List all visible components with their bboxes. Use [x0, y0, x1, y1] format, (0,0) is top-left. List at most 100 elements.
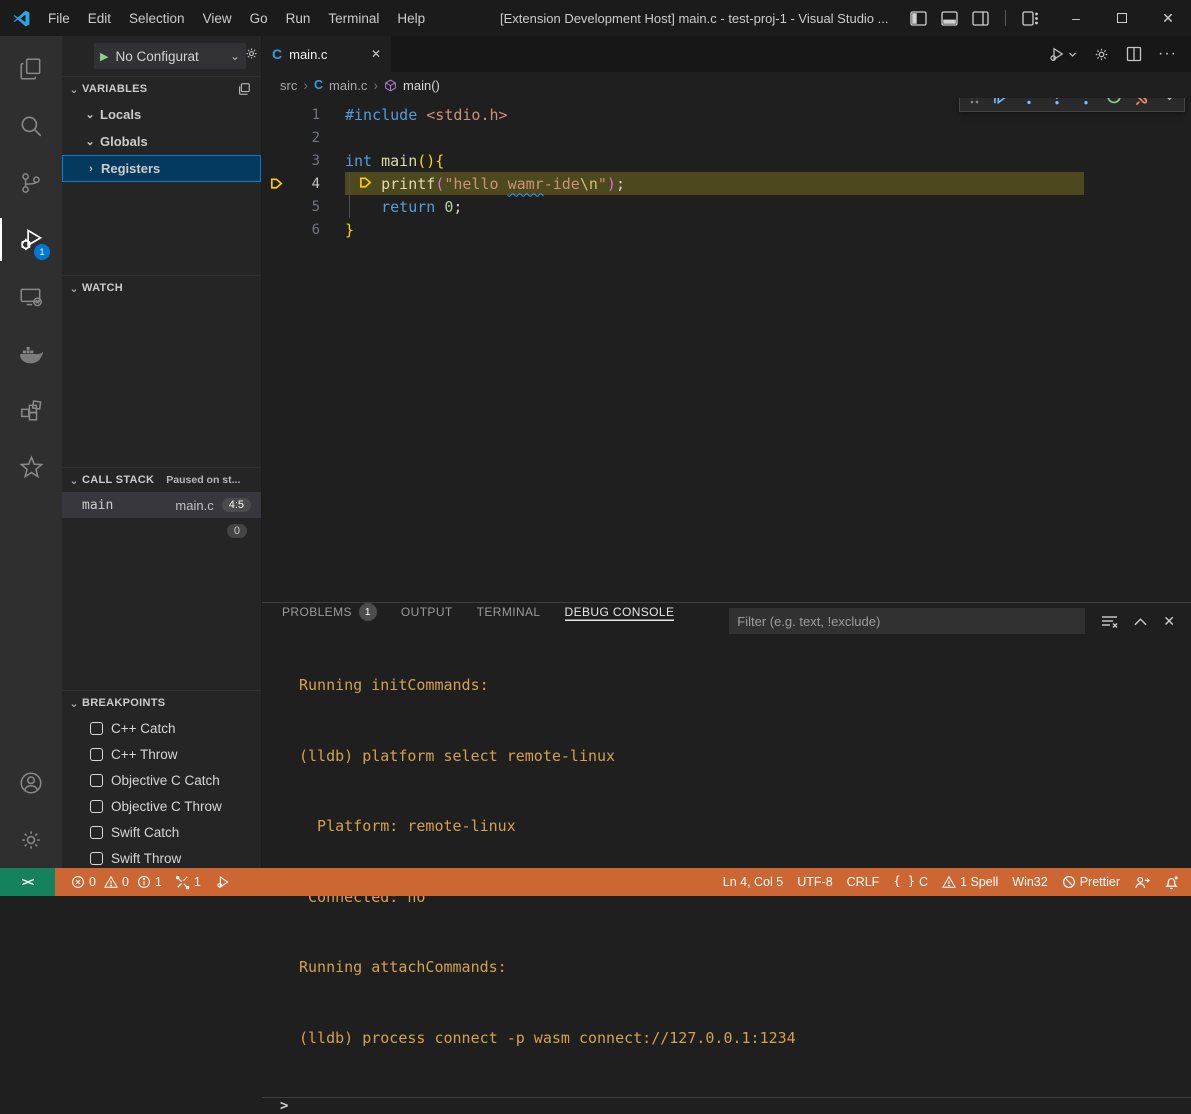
tab-debug-console[interactable]: DEBUG CONSOLE [565, 603, 675, 621]
debug-config-dropdown[interactable]: ▶ No Configurat ⌄ [94, 43, 246, 69]
watch-header[interactable]: ⌄ WATCH [62, 276, 261, 300]
code-editor[interactable]: 1 #include <stdio.h> 2 3 int main(){ 4 [262, 98, 1191, 602]
window-title: [Extension Development Host] main.c - te… [500, 0, 888, 36]
disconnect-icon[interactable] [1134, 98, 1153, 107]
debug-console-output[interactable]: Running initCommands: (lldb) platform se… [262, 621, 1191, 1097]
platform-indicator[interactable]: Win32 [1005, 868, 1054, 896]
toggle-panel-icon[interactable] [941, 11, 958, 26]
source-control-icon[interactable] [0, 154, 62, 211]
step-into-icon[interactable] [1048, 98, 1066, 106]
breakpoints-header[interactable]: ⌄ BREAKPOINTS [62, 691, 261, 715]
menu-edit[interactable]: Edit [79, 11, 120, 26]
console-filter-input[interactable] [729, 608, 1085, 634]
breakpoint-objc-catch[interactable]: Objective C Catch [62, 767, 261, 793]
start-debug-icon[interactable]: ▶ [100, 50, 108, 63]
cursor-position[interactable]: Ln 4, Col 5 [716, 868, 790, 896]
tab-terminal[interactable]: TERMINAL [477, 603, 541, 621]
stack-frame-row[interactable]: main main.c 4:5 [62, 492, 261, 518]
breakpoint-objc-throw[interactable]: Objective C Throw [62, 793, 261, 819]
editor-gear-icon[interactable] [1093, 46, 1110, 63]
clear-console-icon[interactable] [1101, 614, 1118, 629]
info-count: 1 [155, 875, 162, 889]
encoding-indicator[interactable]: UTF-8 [790, 868, 839, 896]
checkbox[interactable] [90, 826, 103, 839]
split-editor-icon[interactable] [1126, 46, 1142, 62]
step-out-icon[interactable] [1077, 98, 1095, 106]
menu-view[interactable]: View [194, 11, 241, 26]
menu-selection[interactable]: Selection [120, 11, 194, 26]
breakpoint-swift-throw[interactable]: Swift Throw [62, 845, 261, 868]
menu-help[interactable]: Help [388, 11, 434, 26]
settings-gear-icon[interactable] [0, 811, 62, 868]
run-or-debug-button[interactable] [1048, 45, 1077, 63]
breakpoint-swift-catch[interactable]: Swift Catch [62, 819, 261, 845]
variables-header[interactable]: ⌄ VARIABLES [62, 77, 261, 101]
breadcrumb: src › C main.c › main() [262, 72, 1191, 98]
star-extension-icon[interactable] [0, 439, 62, 496]
debug-status-icon[interactable] [208, 868, 238, 896]
problems-status[interactable]: 0 0 1 [55, 868, 168, 896]
debug-console-input[interactable]: > [262, 1097, 1191, 1114]
checkbox[interactable] [90, 748, 103, 761]
close-button[interactable]: ✕ [1145, 0, 1191, 36]
breakpoint-cpp-throw[interactable]: C++ Throw [62, 741, 261, 767]
menu-run[interactable]: Run [277, 11, 320, 26]
explorer-icon[interactable] [0, 40, 62, 97]
search-icon[interactable] [0, 97, 62, 154]
checkbox[interactable] [90, 774, 103, 787]
restart-icon[interactable] [1105, 98, 1123, 106]
menu-file[interactable]: File [39, 11, 79, 26]
prettier-status[interactable]: Prettier [1055, 868, 1127, 896]
more-actions-icon[interactable]: ··· [1158, 45, 1177, 63]
breakpoints-title: BREAKPOINTS [82, 697, 165, 709]
step-over-icon[interactable] [1020, 98, 1038, 106]
docker-icon[interactable] [0, 325, 62, 382]
toolbar-drag-grip[interactable] [969, 98, 980, 105]
checkbox[interactable] [90, 800, 103, 813]
checkbox[interactable] [90, 722, 103, 735]
notifications-bell-icon[interactable] [1157, 868, 1191, 896]
minimize-button[interactable]: – [1053, 0, 1099, 36]
continue-icon[interactable] [991, 98, 1009, 106]
breadcrumb-folder[interactable]: src [280, 78, 297, 93]
close-panel-icon[interactable]: ✕ [1163, 613, 1175, 630]
menu-go[interactable]: Go [241, 11, 277, 26]
toggle-sidebar-icon[interactable] [910, 11, 927, 26]
tab-problems[interactable]: PROBLEMS 1 [282, 603, 377, 621]
menu-terminal[interactable]: Terminal [319, 11, 388, 26]
remote-indicator[interactable]: >< [0, 868, 55, 896]
callstack-header[interactable]: ⌄ CALL STACK Paused on st... [62, 468, 261, 492]
spell-checker-status[interactable]: 1 Spell [935, 868, 1005, 896]
breadcrumb-symbol[interactable]: main() [403, 78, 440, 93]
person-arrow-icon[interactable] [1127, 868, 1157, 896]
toggle-secondary-sidebar-icon[interactable] [972, 11, 989, 26]
checkbox[interactable] [90, 852, 103, 865]
registers-label: Registers [101, 161, 160, 176]
breakpoint-label: C++ Throw [111, 747, 178, 762]
eol-indicator[interactable]: CRLF [840, 868, 887, 896]
console-line: Running attachCommands: [299, 956, 1191, 980]
extensions-icon[interactable] [0, 382, 62, 439]
maximize-panel-icon[interactable] [1134, 617, 1147, 626]
account-icon[interactable] [0, 754, 62, 811]
launch-settings-gear-icon[interactable] [244, 46, 259, 61]
maximize-button[interactable] [1099, 0, 1145, 36]
chevron-down-icon[interactable] [1164, 98, 1175, 103]
language-mode[interactable]: { } C [886, 868, 935, 896]
toolchain-status[interactable]: 1 [168, 868, 208, 896]
variables-item-globals[interactable]: ⌄ Globals [62, 128, 261, 155]
breakpoint-cpp-catch[interactable]: C++ Catch [62, 715, 261, 741]
variables-item-registers[interactable]: › Registers [62, 155, 261, 182]
tab-output[interactable]: OUTPUT [401, 603, 453, 621]
run-and-debug-icon[interactable]: 1 [0, 211, 62, 268]
variables-item-locals[interactable]: ⌄ Locals [62, 101, 261, 128]
copy-value-icon[interactable] [237, 82, 251, 96]
chevron-right-icon: › [83, 163, 99, 175]
breadcrumb-file[interactable]: main.c [329, 78, 367, 93]
thread-row[interactable]: 0 [62, 518, 261, 544]
stack-frame-arrow-icon[interactable] [262, 176, 290, 191]
remote-explorer-icon[interactable] [0, 268, 62, 325]
close-tab-icon[interactable]: ✕ [371, 47, 381, 61]
tab-main-c[interactable]: C main.c ✕ [262, 36, 392, 72]
customize-layout-icon[interactable] [1022, 11, 1039, 26]
